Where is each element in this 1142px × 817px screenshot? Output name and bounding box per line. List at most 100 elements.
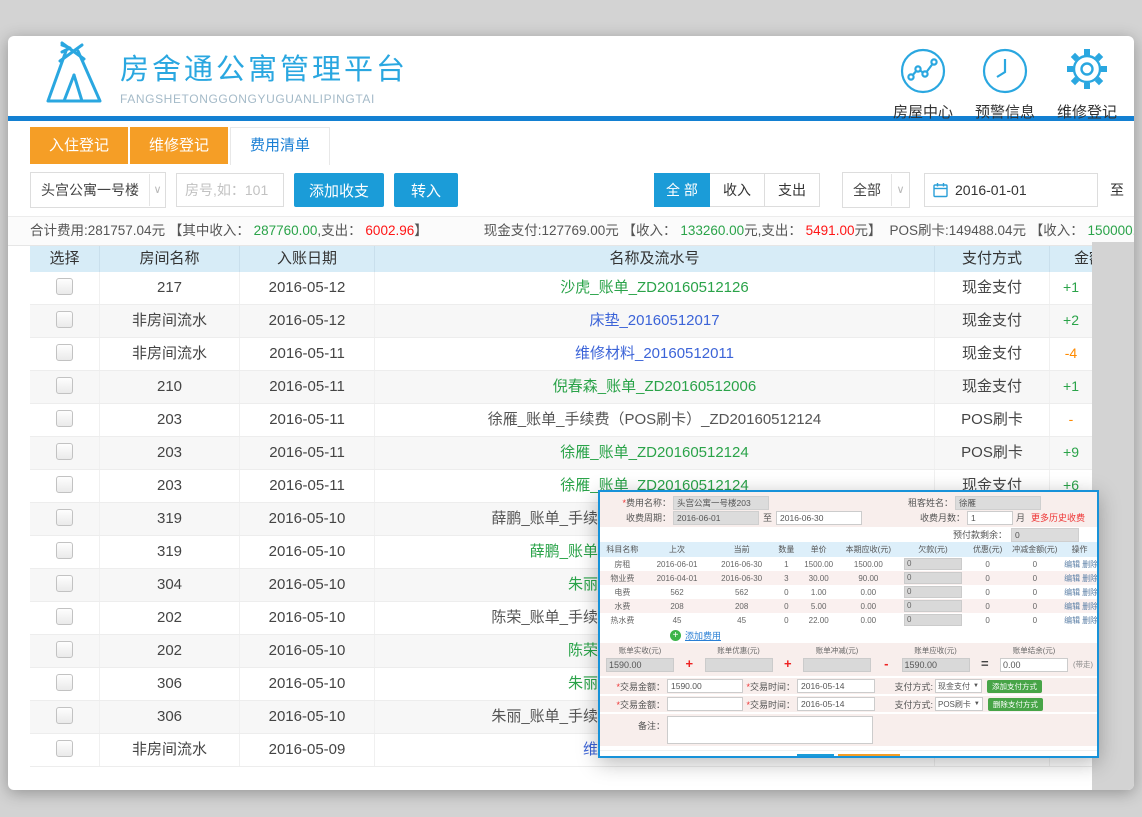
segment-all[interactable]: 全 部 [654, 173, 710, 207]
arrears-input[interactable]: 0 [904, 558, 962, 570]
row-checkbox[interactable] [56, 410, 73, 427]
row-checkbox[interactable] [56, 278, 73, 295]
payment-method-select[interactable]: 现金支付▼ [935, 679, 982, 693]
segment-expense[interactable]: 支出 [765, 173, 820, 207]
transaction-time-input[interactable]: 2016-05-14 [797, 679, 875, 693]
select-cell [30, 305, 100, 337]
room-name-cell: 非房间流水 [100, 305, 240, 337]
add-income-expense-button[interactable]: 添加收支 [294, 173, 384, 207]
period-to-input[interactable]: 2016-06-30 [776, 511, 862, 525]
date-from-input[interactable]: 2016-01-01 [924, 173, 1098, 207]
summary-income-value: 150000.00 [1088, 223, 1134, 238]
type-select[interactable]: 全部 ∨ [842, 172, 910, 208]
add-fee-link[interactable]: 添加费用 [685, 629, 721, 642]
save-button[interactable]: 保 存 [797, 754, 833, 758]
select-cell [30, 272, 100, 304]
toolbar: 头宫公寓一号楼 ∨ 添加收支 转入 全 部收入支出 全部 ∨ 2016-01-0… [30, 172, 1124, 208]
bill-operator: + [775, 656, 802, 672]
nav-item-house-center[interactable]: 房屋中心 [882, 48, 964, 122]
tenant-label: 租客姓名： [889, 496, 953, 509]
bill-name-link[interactable]: 床垫_20160512017 [589, 312, 719, 329]
bill-name-link[interactable]: 朱丽 [568, 576, 598, 593]
edit-link[interactable]: 编辑 [1064, 588, 1080, 597]
delete-link[interactable]: 删除 [1082, 616, 1097, 625]
row-checkbox[interactable] [56, 608, 73, 625]
return-house-center-button[interactable]: 返回房屋中心 [838, 754, 900, 758]
bill-item-value: 0.00 [1000, 658, 1068, 672]
bill-name-link: 薛鹏_账单_手续 [491, 510, 598, 527]
transaction-amount-input[interactable] [667, 697, 743, 711]
add-payment-method-button[interactable]: 添加支付方式 [987, 680, 1042, 693]
months-input[interactable]: 1 [967, 511, 1013, 525]
row-checkbox[interactable] [56, 641, 73, 658]
select-cell [30, 569, 100, 601]
app-header: 房舍通公寓管理平台 FANGSHETONGGONGYUGUANLIPINGTAI… [8, 36, 1134, 116]
more-history-link[interactable]: 更多历史收费 [1031, 511, 1085, 524]
bill-name-link[interactable]: 倪春森_账单_ZD20160512006 [553, 378, 756, 395]
bill-name-link[interactable]: 徐雁_账单_ZD20160512124 [560, 444, 748, 461]
transfer-button[interactable]: 转入 [394, 173, 458, 207]
delete-link[interactable]: 删除 [1082, 574, 1097, 583]
edit-link[interactable]: 编辑 [1064, 616, 1080, 625]
room-number-input[interactable] [176, 173, 284, 207]
income-expense-segments: 全 部收入支出 [654, 173, 820, 207]
toolbar-right: 全 部收入支出 全部 ∨ 2016-01-01 至 [654, 172, 1124, 208]
fee-price-cell: 5.00 [799, 599, 839, 613]
edit-link[interactable]: 编辑 [1064, 574, 1080, 583]
delete-link[interactable]: 删除 [1082, 588, 1097, 597]
arrears-input[interactable]: 0 [904, 572, 962, 584]
transaction-amount-input[interactable]: 1590.00 [667, 679, 743, 693]
amount-value: +1 [1063, 279, 1079, 295]
bill-name-link[interactable]: 维 [583, 741, 598, 758]
arrears-input[interactable]: 0 [904, 586, 962, 598]
app-window: 房舍通公寓管理平台 FANGSHETONGGONGYUGUANLIPINGTAI… [8, 36, 1134, 790]
bill-name-link[interactable]: 薛鹏_账单 [530, 543, 598, 560]
row-checkbox[interactable] [56, 344, 73, 361]
delete-link[interactable]: 删除 [1082, 602, 1097, 611]
delete-payment-method-button[interactable]: 删除支付方式 [988, 698, 1043, 711]
arrears-input[interactable]: 0 [904, 614, 962, 626]
edit-link[interactable]: 编辑 [1064, 560, 1080, 569]
fee-actions-cell: 编辑删除 [1062, 557, 1097, 571]
row-checkbox[interactable] [56, 476, 73, 493]
entry-date-cell: 2016-05-11 [240, 437, 375, 469]
row-checkbox[interactable] [56, 542, 73, 559]
type-select-value: 全部 [843, 180, 891, 200]
tab-checkin-register[interactable]: 入住登记 [30, 127, 128, 164]
row-checkbox[interactable] [56, 311, 73, 328]
bill-name-link[interactable]: 陈荣 [568, 642, 598, 659]
segment-income[interactable]: 收入 [710, 173, 765, 207]
remark-textarea[interactable] [667, 716, 873, 744]
delete-link[interactable]: 删除 [1082, 560, 1097, 569]
room-name-cell: 306 [100, 668, 240, 700]
row-checkbox[interactable] [56, 674, 73, 691]
payment-method-select[interactable]: POS刷卡▼ [935, 697, 983, 711]
bill-name-link[interactable]: 朱丽 [568, 675, 598, 692]
row-checkbox[interactable] [56, 509, 73, 526]
nav-item-warning-info[interactable]: 预警信息 [964, 48, 1046, 122]
row-checkbox[interactable] [56, 740, 73, 757]
caret-down-icon: ▼ [974, 701, 980, 707]
transaction-amount-label: *交易金额： [600, 698, 665, 711]
row-checkbox[interactable] [56, 707, 73, 724]
tab-expense-list[interactable]: 费用清单 [230, 127, 330, 165]
building-select[interactable]: 头宫公寓一号楼 ∨ [30, 172, 166, 208]
date-from-value: 2016-01-01 [955, 182, 1027, 198]
bill-item-label: 账单冲减(元) [816, 645, 859, 656]
bill-name-link[interactable]: 沙虎_账单_ZD20160512126 [560, 279, 748, 296]
transaction-time-input[interactable]: 2016-05-14 [797, 697, 875, 711]
nav-item-repair-register[interactable]: 维修登记 [1046, 44, 1128, 122]
tenant-input[interactable]: 徐雁 [955, 496, 1041, 510]
table-header-row: 选择房间名称入账日期名称及流水号支付方式金额（元） [30, 246, 1092, 272]
tab-repair-register[interactable]: 维修登记 [130, 127, 228, 164]
row-checkbox[interactable] [56, 443, 73, 460]
row-checkbox[interactable] [56, 575, 73, 592]
fee-name-input[interactable]: 头宫公寓一号楼203 [673, 496, 769, 510]
arrears-input[interactable]: 0 [904, 600, 962, 612]
bill-name-link[interactable]: 维修材料_20160512011 [575, 345, 734, 362]
column-header: 入账日期 [240, 246, 375, 272]
edit-link[interactable]: 编辑 [1064, 602, 1080, 611]
row-checkbox[interactable] [56, 377, 73, 394]
period-from-input[interactable]: 2016-06-01 [673, 511, 759, 525]
fee-offset-cell: 0 [1007, 599, 1062, 613]
